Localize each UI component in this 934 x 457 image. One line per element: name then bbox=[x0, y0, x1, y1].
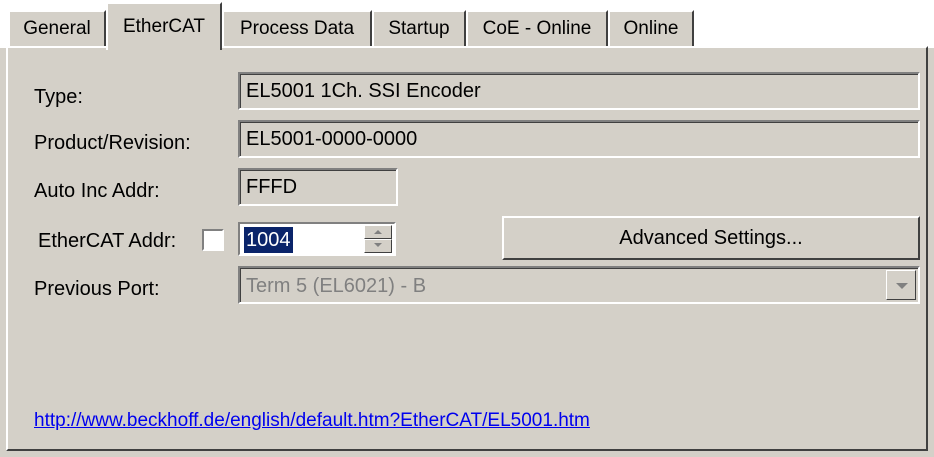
ethercat-addr-label: EtherCAT Addr: bbox=[38, 230, 177, 252]
advanced-settings-button[interactable]: Advanced Settings... bbox=[502, 216, 920, 260]
tab-process-data[interactable]: Process Data bbox=[222, 10, 372, 46]
properties-window: General EtherCAT Process Data Startup Co… bbox=[0, 0, 934, 457]
tab-startup[interactable]: Startup bbox=[372, 10, 466, 46]
product-revision-label: Product/Revision: bbox=[34, 132, 191, 154]
type-label: Type: bbox=[34, 86, 83, 108]
product-revision-field: EL5001-0000-0000 bbox=[238, 120, 920, 158]
auto-inc-addr-label: Auto Inc Addr: bbox=[34, 180, 160, 202]
tab-general[interactable]: General bbox=[8, 10, 106, 46]
beckhoff-doc-link[interactable]: http://www.beckhoff.de/english/default.h… bbox=[34, 410, 590, 432]
spin-up-icon[interactable] bbox=[364, 225, 392, 239]
tab-coe-online[interactable]: CoE - Online bbox=[466, 10, 608, 46]
auto-inc-addr-field: FFFD bbox=[238, 168, 398, 206]
spin-down-icon[interactable] bbox=[364, 239, 392, 253]
tab-bar: General EtherCAT Process Data Startup Co… bbox=[0, 0, 934, 50]
tab-ethercat[interactable]: EtherCAT bbox=[106, 2, 222, 50]
ethercat-addr-spinner[interactable]: 1004 bbox=[238, 222, 396, 256]
ethercat-addr-checkbox[interactable] bbox=[202, 229, 224, 251]
previous-port-value: Term 5 (EL6021) - B bbox=[246, 275, 427, 297]
previous-port-dropdown[interactable]: Term 5 (EL6021) - B bbox=[238, 266, 920, 304]
tab-online[interactable]: Online bbox=[608, 10, 694, 46]
previous-port-label: Previous Port: bbox=[34, 278, 160, 300]
type-field: EL5001 1Ch. SSI Encoder bbox=[238, 72, 920, 110]
spin-buttons bbox=[364, 225, 392, 253]
ethercat-addr-value[interactable]: 1004 bbox=[244, 227, 293, 253]
chevron-down-icon[interactable] bbox=[886, 270, 916, 300]
